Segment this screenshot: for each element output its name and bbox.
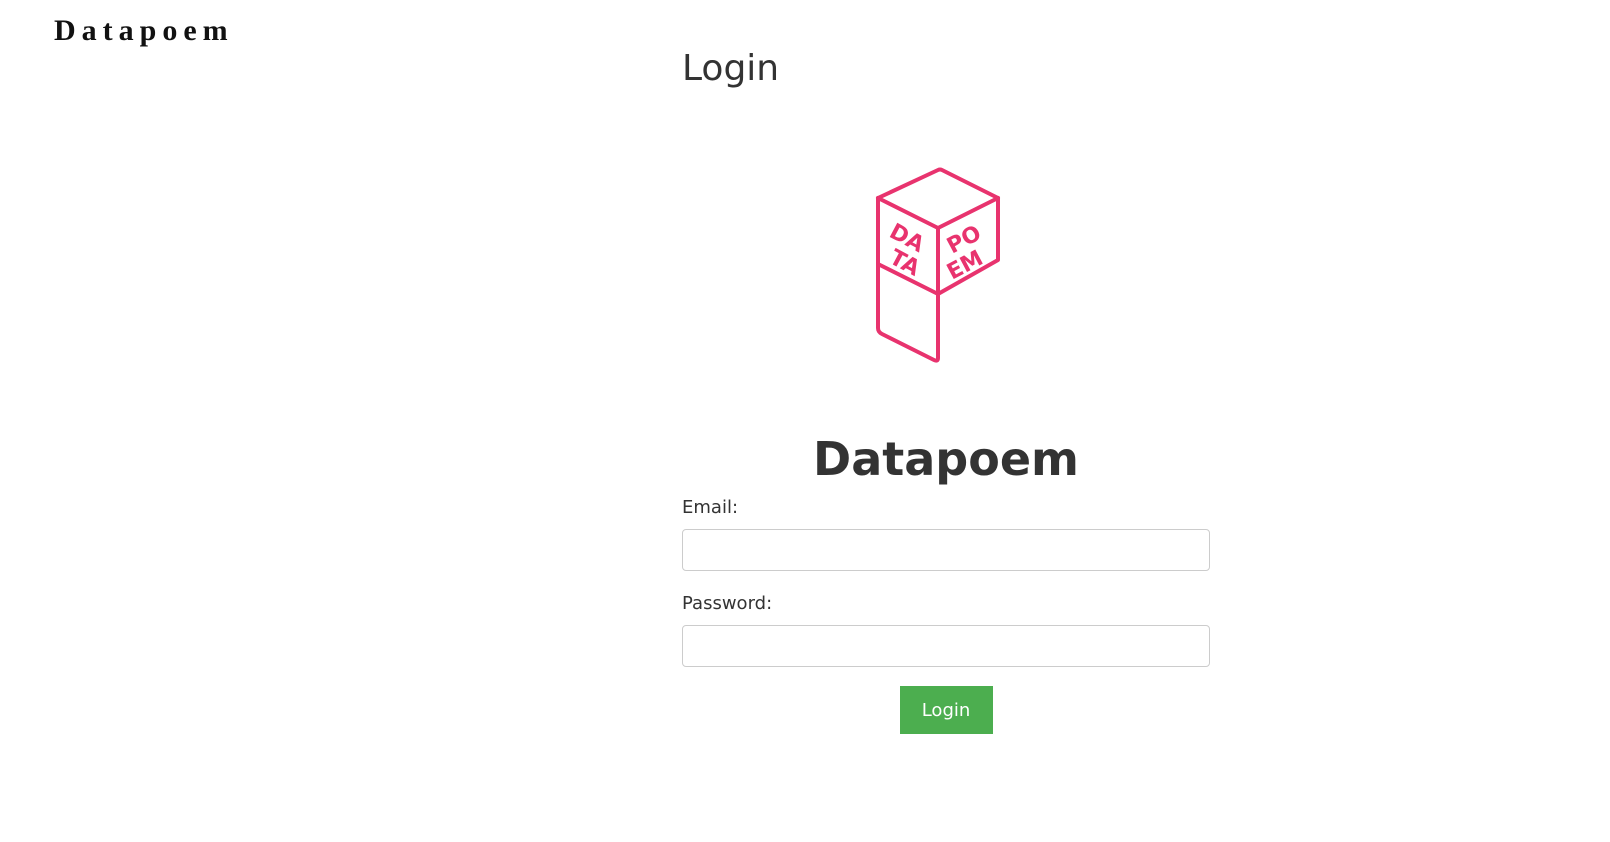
login-button[interactable]: Login bbox=[899, 686, 993, 734]
app-name-heading: Datapoem bbox=[813, 432, 1079, 486]
submit-row: Login bbox=[682, 686, 1210, 734]
brand-title: Datapoem bbox=[54, 14, 234, 47]
password-input[interactable] bbox=[682, 625, 1210, 667]
password-label: Password: bbox=[682, 593, 773, 614]
email-input[interactable] bbox=[682, 529, 1210, 571]
email-group: Email: bbox=[682, 497, 1210, 571]
datapoem-logo-svg: DA TA PO EM bbox=[876, 167, 1000, 363]
page-title: Login bbox=[682, 48, 780, 89]
email-label: Email: bbox=[682, 497, 739, 518]
password-group: Password: bbox=[682, 593, 1210, 667]
login-form: Email: Password: Login bbox=[682, 497, 1210, 734]
datapoem-logo-icon: DA TA PO EM bbox=[872, 164, 1012, 364]
